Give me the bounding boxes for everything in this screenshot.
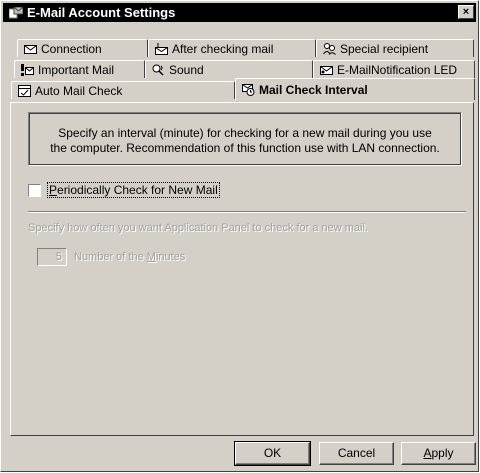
window-title: E-Mail Account Settings	[27, 5, 176, 20]
tab-mail-check-interval[interactable]: Mail Check Interval	[235, 78, 475, 100]
description-line: Specify an interval (minute) for checkin…	[58, 126, 432, 140]
tab-important-mail[interactable]: Important Mail	[14, 60, 145, 78]
cancel-button[interactable]: Cancel	[319, 442, 394, 465]
tab-label: Sound	[169, 62, 204, 77]
interval-hint: Specify how often you want Application P…	[28, 222, 368, 234]
tab-label: Auto Mail Check	[35, 83, 123, 98]
tab-label: Connection	[41, 41, 102, 56]
periodic-check-label[interactable]: Periodically Check for New Mail	[47, 182, 220, 198]
tab-label: After checking mail	[172, 41, 274, 56]
accelerator-key: P	[49, 183, 58, 197]
label-text: inutes	[155, 251, 186, 263]
minutes-label: Number of the Minutes	[74, 251, 185, 263]
apply-button[interactable]: Apply	[401, 442, 476, 465]
label-text: eriodically Check for New Mail	[57, 183, 218, 197]
periodic-check-option[interactable]: Periodically Check for New Mail	[28, 182, 220, 198]
tab-label: E-MailNotification LED	[337, 62, 458, 77]
envelope-icon	[24, 44, 37, 54]
exclamation-mail-icon	[21, 63, 34, 76]
description-line: the computer. Recommendation of this fun…	[50, 141, 440, 155]
tab-connection[interactable]: Connection	[17, 39, 148, 57]
tab-email-notification-led[interactable]: E-MailNotification LED	[313, 60, 475, 78]
speaker-icon	[152, 64, 164, 76]
minutes-row: 5 Number of the Minutes	[37, 248, 185, 266]
accelerator-key: A	[423, 446, 432, 460]
description-box: Specify an interval (minute) for checkin…	[28, 112, 462, 166]
tab-after-checking-mail[interactable]: After checking mail	[148, 39, 316, 57]
close-icon: ×	[462, 6, 470, 18]
tab-special-recipient[interactable]: Special recipient	[316, 39, 474, 57]
accelerator-key: M	[146, 251, 156, 263]
button-label: pply	[431, 446, 454, 460]
tab-auto-mail-check[interactable]: Auto Mail Check	[11, 81, 235, 99]
people-icon	[323, 42, 336, 55]
tab-label: Mail Check Interval	[259, 82, 368, 97]
title-bar: E-Mail Account Settings ×	[3, 3, 476, 22]
mail-arrow-icon	[155, 42, 168, 55]
tab-sound[interactable]: Sound	[145, 60, 313, 78]
led-mail-icon	[320, 65, 333, 75]
minutes-input[interactable]: 5	[37, 248, 67, 266]
tab-label: Important Mail	[38, 62, 115, 77]
auto-check-icon	[18, 84, 31, 97]
dialog-window: E-Mail Account Settings × Connection Aft…	[0, 0, 479, 472]
tab-label: Special recipient	[340, 41, 429, 56]
separator	[28, 211, 466, 213]
clock-mail-icon	[242, 83, 255, 96]
mail-settings-icon	[8, 6, 24, 19]
periodic-check-checkbox[interactable]	[28, 183, 41, 197]
label-text: Number of the	[74, 251, 147, 263]
close-button[interactable]: ×	[458, 5, 474, 19]
ok-button[interactable]: OK	[234, 441, 311, 466]
